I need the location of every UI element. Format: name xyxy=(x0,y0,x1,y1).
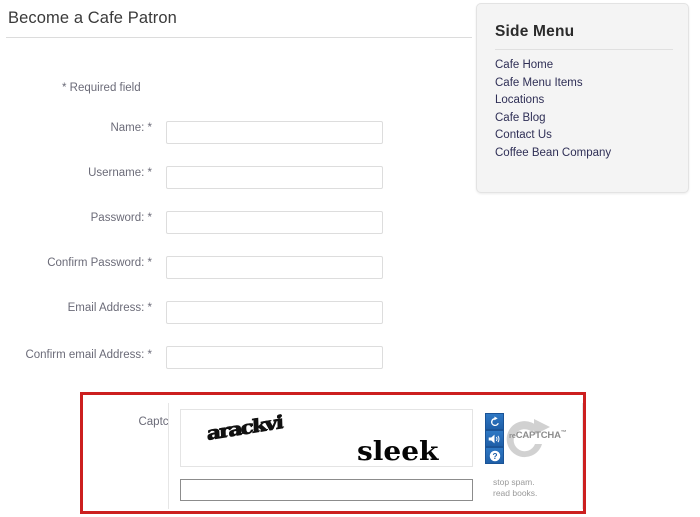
confirm-password-input[interactable] xyxy=(166,256,383,279)
captcha-input[interactable] xyxy=(180,479,473,501)
label-name: Name: * xyxy=(110,122,152,134)
sidebar-item-cafe-home[interactable]: Cafe Home xyxy=(495,57,611,75)
label-confirm-email-address: Confirm email Address: * xyxy=(25,349,152,361)
page-title: Become a Cafe Patron xyxy=(8,9,177,27)
form-row-username: Username: * xyxy=(0,166,390,192)
captcha-section: Captcha * arackvi sleek reCAPTCHA™ stop … xyxy=(80,392,586,514)
audio-icon xyxy=(488,434,500,443)
form-row-name: Name: * xyxy=(0,121,390,147)
name-input[interactable] xyxy=(166,121,383,144)
label-password: Password: * xyxy=(90,212,152,224)
recaptcha-tagline: stop spam. read books. xyxy=(493,477,537,498)
password-input[interactable] xyxy=(166,211,383,234)
username-input[interactable] xyxy=(166,166,383,189)
sidebar-item-contact-us[interactable]: Contact Us xyxy=(495,127,611,145)
recaptcha-branding: reCAPTCHA™ stop spam. read books. ? xyxy=(485,411,581,503)
form-row-password: Password: * xyxy=(0,211,390,237)
required-field-note: * Required field xyxy=(62,82,141,94)
brand-trademark: ™ xyxy=(560,430,567,436)
label-username: Username: * xyxy=(88,167,152,179)
sidebar-item-coffee-bean-company[interactable]: Coffee Bean Company xyxy=(495,145,611,163)
captcha-audio-button[interactable] xyxy=(485,430,504,447)
label-email-address: Email Address: * xyxy=(67,302,152,314)
form-row-confirm-password: Confirm Password: * xyxy=(0,256,390,282)
form-row-confirm-email-address: Confirm email Address: * xyxy=(0,344,390,370)
sidebar-item-cafe-menu-items[interactable]: Cafe Menu Items xyxy=(495,75,611,93)
confirm-email-address-input[interactable] xyxy=(166,346,383,369)
refresh-icon xyxy=(490,415,499,426)
recaptcha-brand-text: reCAPTCHA™ xyxy=(509,430,567,441)
side-menu-list: Cafe Home Cafe Menu Items Locations Cafe… xyxy=(495,57,611,163)
captcha-help-button[interactable]: ? xyxy=(485,447,504,464)
captcha-word-primary: arackvi xyxy=(206,411,282,445)
recaptcha-widget: arackvi sleek reCAPTCHA™ stop spam. read… xyxy=(168,403,583,509)
brand-prefix: re xyxy=(509,431,516,441)
sidebar-item-locations[interactable]: Locations xyxy=(495,92,611,110)
captcha-challenge-image: arackvi sleek xyxy=(180,409,473,467)
title-divider xyxy=(6,37,472,38)
svg-text:?: ? xyxy=(492,452,497,461)
captcha-word-secondary: sleek xyxy=(357,436,439,467)
email-address-input[interactable] xyxy=(166,301,383,324)
side-menu-divider xyxy=(495,49,673,50)
side-menu-title: Side Menu xyxy=(495,23,575,40)
sidebar-item-cafe-blog[interactable]: Cafe Blog xyxy=(495,110,611,128)
captcha-refresh-button[interactable] xyxy=(485,413,504,430)
label-confirm-password: Confirm Password: * xyxy=(47,257,152,269)
tagline-line-1: stop spam. xyxy=(493,477,535,487)
brand-name: CAPTCHA xyxy=(515,430,561,442)
help-icon: ? xyxy=(489,450,500,461)
form-row-email-address: Email Address: * xyxy=(0,301,390,327)
side-menu-panel: Side Menu Cafe Home Cafe Menu Items Loca… xyxy=(476,3,689,193)
tagline-line-2: read books. xyxy=(493,487,538,498)
